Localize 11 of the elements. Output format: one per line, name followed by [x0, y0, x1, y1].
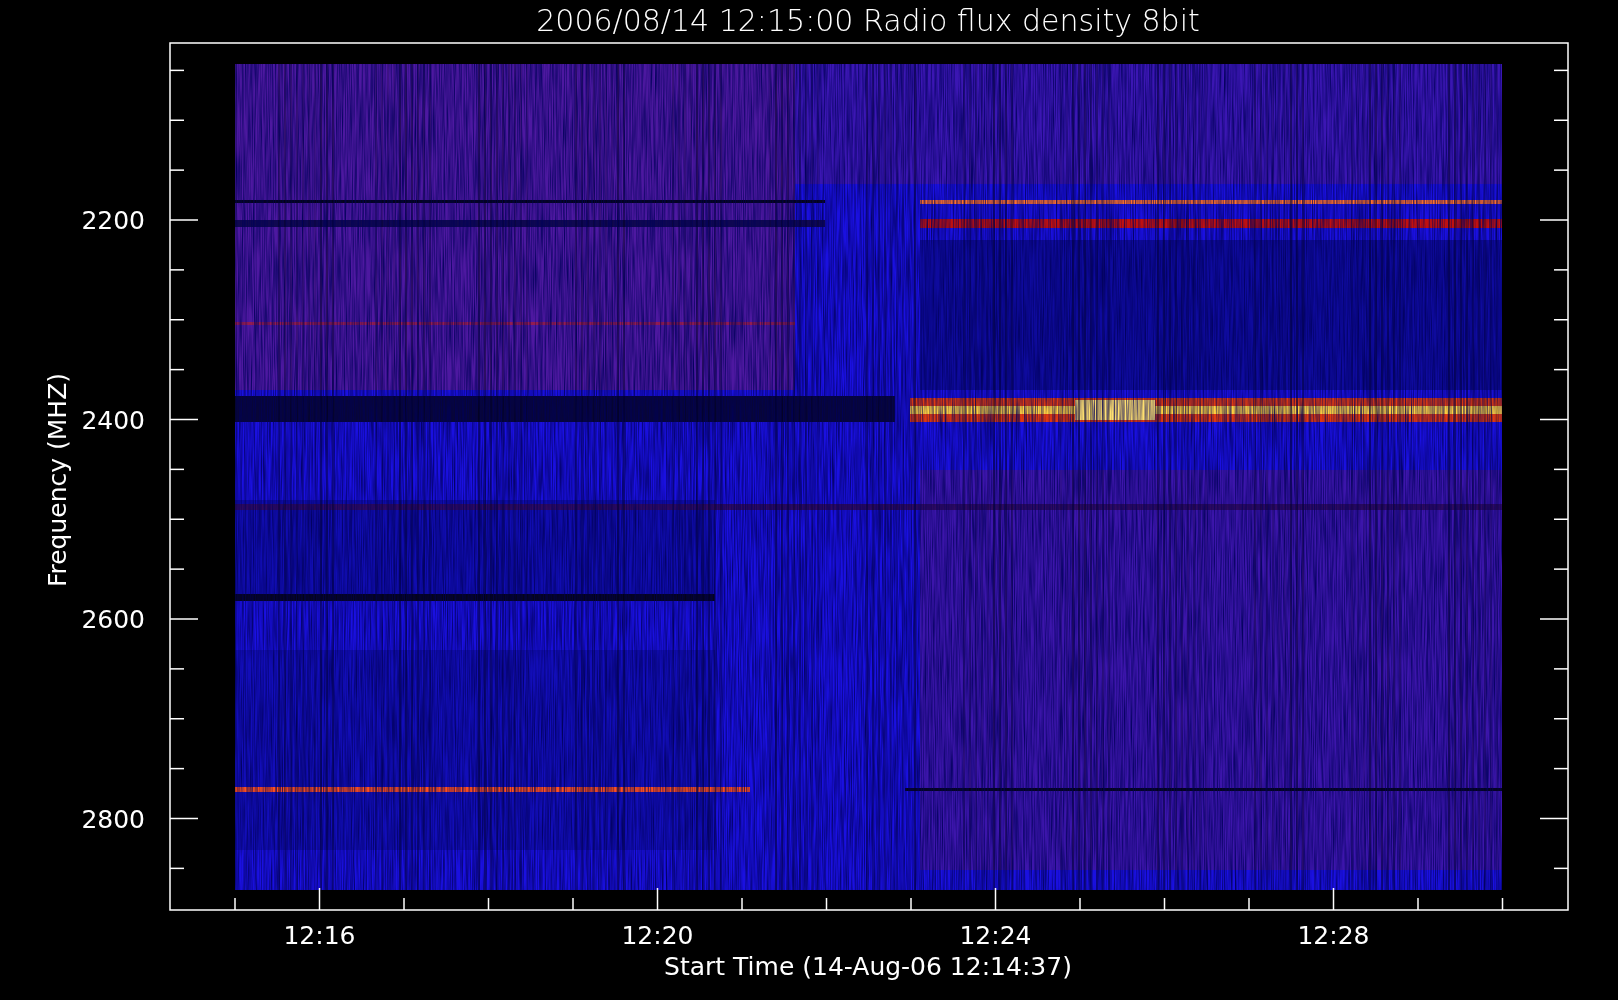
y-tick-label: 2400 [81, 405, 145, 435]
x-tick-label: 12:16 [283, 921, 356, 950]
y-tick-label: 2800 [81, 804, 145, 834]
y-tick-label: 2600 [81, 605, 145, 634]
y-axis-title: Frequency (MHZ) [43, 372, 72, 588]
x-tick-label: 12:24 [959, 921, 1032, 950]
x-tick-label: 12:20 [621, 921, 694, 950]
x-tick-label: 12:28 [1297, 921, 1370, 950]
x-axis-title: Start Time (14-Aug-06 12:14:37) [664, 952, 1072, 981]
plot-title: 2006/08/14 12:15:00 Radio flux density 8bit [536, 3, 1200, 38]
y-tick-label: 2200 [81, 206, 145, 235]
